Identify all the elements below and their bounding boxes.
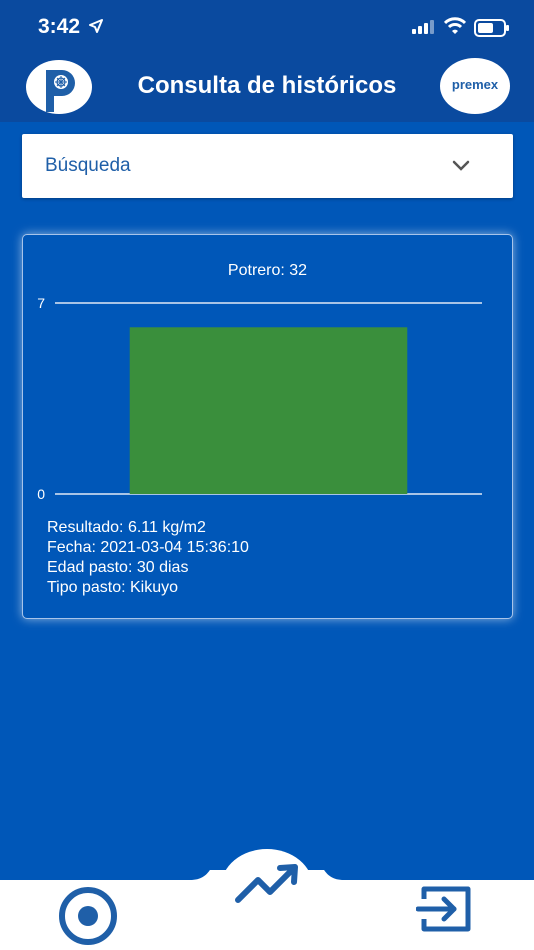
history-chart-button[interactable] (220, 848, 314, 926)
chart-card: Potrero: 32 07 Resultado: 6.11 kg/m2 Fec… (22, 234, 513, 619)
grass-age: Edad pasto: 30 dias (47, 559, 189, 576)
chevron-down-icon (452, 160, 470, 171)
result-value: Resultado: 6.11 kg/m2 (47, 519, 206, 536)
bottom-nav (0, 849, 534, 950)
brand-logo-text: premex (451, 77, 499, 92)
trending-up-icon (221, 849, 313, 925)
battery-icon (474, 19, 509, 37)
grass-type: Tipo pasto: Kikuyo (47, 579, 179, 596)
bar-chart: 07 (37, 295, 482, 502)
search-dropdown[interactable]: Búsqueda (22, 134, 513, 198)
result-date: Fecha: 2021-03-04 15:36:10 (47, 539, 249, 556)
status-bar: 3:42 (0, 0, 534, 58)
result-info: Resultado: 6.11 kg/m2 Fecha: 2021-03-04 … (47, 518, 249, 598)
y-tick-label: 7 (37, 295, 45, 311)
status-time: 3:42 (38, 15, 81, 38)
app-header: Consulta de históricos premex (0, 58, 534, 122)
brand-logo: premex (440, 58, 510, 114)
cellular-signal-icon (412, 20, 434, 34)
location-arrow-icon (89, 19, 103, 33)
chart-bar (129, 327, 408, 494)
logout-icon[interactable] (416, 885, 474, 933)
wifi-icon (444, 17, 466, 34)
target-home-icon[interactable] (58, 886, 118, 946)
y-tick-label: 0 (37, 486, 45, 502)
search-dropdown-label: Búsqueda (45, 155, 131, 176)
